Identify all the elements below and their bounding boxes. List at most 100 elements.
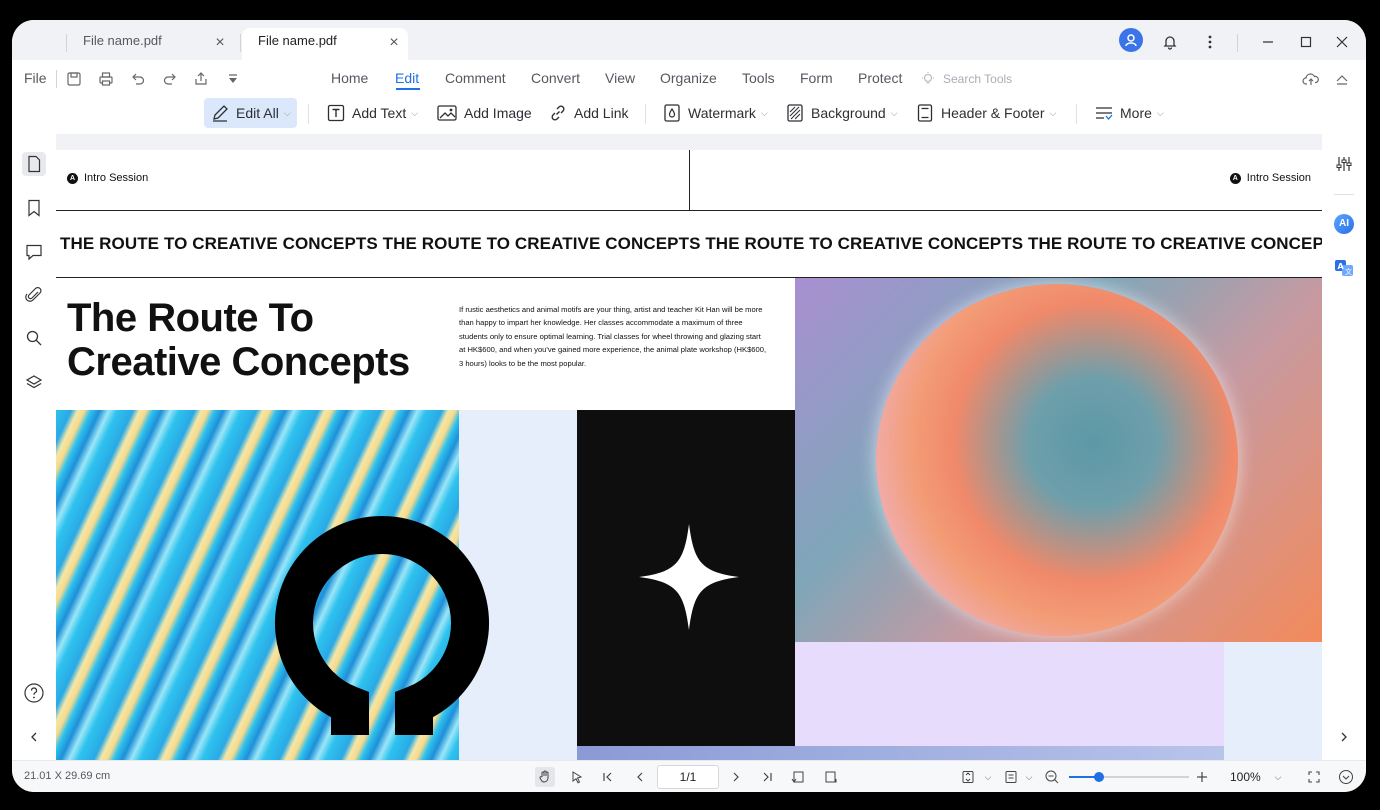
redo-icon[interactable] [160, 69, 180, 89]
right-sidebar: AI A文 [1322, 134, 1366, 760]
collapse-ribbon-icon[interactable] [1332, 69, 1352, 89]
tab-divider [66, 34, 67, 52]
page-layout-icon[interactable] [1001, 767, 1021, 787]
more-list-icon [1096, 107, 1113, 121]
page-thumbnail-icon[interactable] [22, 152, 46, 176]
share-icon[interactable] [191, 69, 211, 89]
title-line-1: The Route To [67, 296, 314, 340]
close-icon[interactable]: × [386, 35, 402, 51]
next-page-icon[interactable] [726, 767, 746, 787]
close-icon[interactable]: × [212, 35, 228, 51]
add-text-button[interactable]: Add Text ⌵ [326, 98, 418, 128]
zoom-in-icon[interactable] [1192, 767, 1212, 787]
zoom-level[interactable]: 100% [1230, 770, 1261, 784]
menu-tools[interactable]: Tools [742, 70, 775, 86]
expand-right-icon[interactable] [1332, 725, 1356, 749]
properties-icon[interactable] [1332, 152, 1356, 176]
add-image-button[interactable]: Add Image [436, 98, 532, 128]
menu-convert[interactable]: Convert [531, 70, 580, 86]
translate-icon[interactable]: A文 [1332, 256, 1356, 280]
more-button[interactable]: More ⌵ [1094, 98, 1164, 128]
collapse-left-icon[interactable] [22, 725, 46, 749]
tab-file-1[interactable]: File name.pdf × [68, 28, 228, 60]
menu-protect[interactable]: Protect [858, 70, 902, 86]
edit-all-button[interactable]: Edit All ⌵ [204, 98, 297, 128]
first-page-icon[interactable] [598, 767, 618, 787]
svg-text:A: A [1338, 262, 1345, 271]
lightbulb-icon [918, 69, 938, 89]
page-number-input[interactable]: 1/1 [657, 765, 719, 789]
header-right: A Intro Session [1229, 172, 1311, 184]
zoom-slider-knob[interactable] [1094, 772, 1104, 782]
add-link-button[interactable]: Add Link [548, 98, 628, 128]
tab-label: File name.pdf [258, 33, 337, 48]
header-footer-button[interactable]: Header & Footer ⌵ [915, 98, 1056, 128]
maximize-icon[interactable] [1294, 30, 1318, 54]
user-avatar[interactable] [1119, 28, 1143, 52]
chevron-down-icon[interactable]: ⌵ [978, 767, 998, 787]
menu-bar: File Home Edit Comment Convert View Orga… [12, 60, 1366, 98]
stripe-block [577, 746, 1224, 760]
previous-page-icon[interactable] [630, 767, 650, 787]
menu-comment[interactable]: Comment [445, 70, 506, 86]
select-tool-icon[interactable] [567, 767, 587, 787]
header-left-label: Intro Session [84, 172, 149, 184]
last-page-icon[interactable] [757, 767, 777, 787]
header-footer-label: Header & Footer [941, 105, 1045, 121]
quick-access-dropdown-icon[interactable] [223, 69, 243, 89]
header-right-label: Intro Session [1246, 172, 1311, 184]
rotate-left-icon[interactable] [788, 767, 808, 787]
menu-home[interactable]: Home [331, 70, 368, 86]
help-icon[interactable] [22, 681, 46, 705]
more-vertical-icon[interactable] [1198, 30, 1222, 54]
minimize-icon[interactable] [1256, 30, 1280, 54]
comment-icon[interactable] [22, 240, 46, 264]
bookmark-icon[interactable] [22, 196, 46, 220]
watermark-label: Watermark [688, 105, 756, 121]
edit-all-label: Edit All [236, 105, 279, 121]
print-icon[interactable] [96, 69, 116, 89]
zoom-out-icon[interactable] [1042, 767, 1062, 787]
menu-organize[interactable]: Organize [660, 70, 717, 86]
background-button[interactable]: Background ⌵ [785, 98, 898, 128]
divider [1334, 194, 1354, 195]
menu-form[interactable]: Form [800, 70, 833, 86]
save-icon[interactable] [64, 69, 84, 89]
attachment-icon[interactable] [22, 283, 46, 307]
undo-icon[interactable] [128, 69, 148, 89]
search-tools-input[interactable]: Search Tools [943, 72, 1012, 86]
title-ticker: THE ROUTE TO CREATIVE CONCEPTS THE ROUTE… [60, 234, 1322, 253]
active-menu-indicator [396, 88, 420, 90]
ai-assistant-icon[interactable]: AI [1332, 212, 1356, 236]
menu-edit[interactable]: Edit [395, 70, 419, 86]
header-footer-icon [917, 104, 933, 122]
zoom-slider[interactable] [1069, 772, 1189, 782]
chevron-down-icon[interactable]: ⌵ [1019, 767, 1039, 787]
image-icon [437, 105, 457, 121]
cloud-upload-icon[interactable] [1301, 69, 1321, 89]
fit-page-icon[interactable] [958, 767, 978, 787]
document-title: The Route To Creative Concepts [67, 296, 447, 384]
sphere-image [876, 284, 1238, 636]
close-window-icon[interactable] [1330, 30, 1354, 54]
layers-icon[interactable] [22, 370, 46, 394]
arch-shape [275, 516, 489, 735]
search-icon[interactable] [22, 326, 46, 350]
divider [1237, 34, 1238, 52]
chevron-down-icon: ⌵ [760, 107, 768, 118]
page-dimensions: 21.01 X 29.69 cm [24, 770, 111, 782]
star-icon [639, 524, 739, 630]
tab-file-2[interactable]: File name.pdf × [242, 28, 408, 60]
fullscreen-icon[interactable] [1304, 767, 1324, 787]
menu-view[interactable]: View [605, 70, 635, 86]
bell-icon[interactable] [1158, 30, 1182, 54]
black-panel [577, 410, 795, 746]
hand-tool-icon[interactable] [535, 767, 555, 787]
divider [1076, 104, 1077, 124]
chevron-down-icon[interactable]: ⌵ [1268, 767, 1288, 787]
menu-file[interactable]: File [24, 70, 47, 86]
watermark-button[interactable]: Watermark ⌵ [662, 98, 768, 128]
rotate-right-icon[interactable] [821, 767, 841, 787]
expand-status-icon[interactable] [1336, 767, 1356, 787]
chevron-down-icon: ⌵ [890, 107, 898, 118]
